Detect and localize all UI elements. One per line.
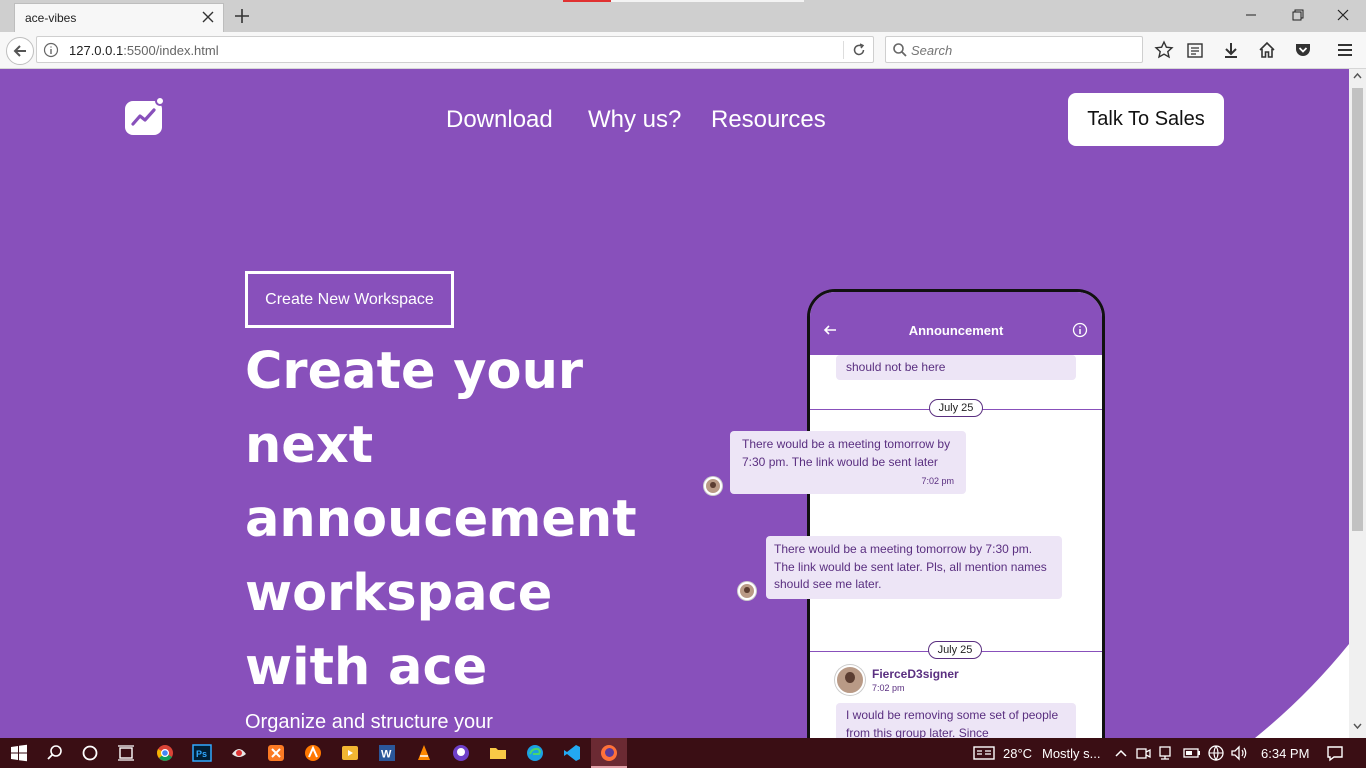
language-globe-icon[interactable] (1206, 743, 1226, 763)
logo-icon[interactable] (125, 97, 167, 139)
pocket-icon[interactable] (1293, 40, 1313, 60)
clock[interactable]: 6:34 PM (1261, 746, 1309, 761)
chrome-icon[interactable] (155, 743, 175, 763)
message-bubble: should not be here (836, 355, 1076, 380)
hero-title-line: with ace (245, 638, 488, 697)
info-icon[interactable] (1072, 322, 1088, 338)
bookmark-star-icon[interactable] (1154, 40, 1174, 60)
tab-indicator (563, 0, 611, 2)
hero-title: Create your next annoucement workspace w… (245, 335, 665, 705)
nav-link-why-us[interactable]: Why us? (588, 106, 681, 134)
close-icon[interactable] (199, 8, 217, 26)
svg-text:W: W (381, 749, 392, 761)
weather-description[interactable]: Mostly s... (1042, 746, 1101, 761)
reload-icon[interactable] (851, 42, 867, 58)
cortana-icon[interactable] (80, 743, 100, 763)
vscode-icon[interactable] (562, 743, 582, 763)
search-icon (893, 43, 907, 57)
chevron-up-icon[interactable] (1111, 743, 1131, 763)
media-player-icon[interactable] (340, 743, 360, 763)
hero-title-line: Create your (245, 342, 584, 401)
windows-start-icon[interactable] (9, 743, 29, 763)
app-icon[interactable] (229, 743, 249, 763)
scrollbar[interactable] (1349, 69, 1366, 738)
message-bubble: I would be removing some set of people f… (836, 703, 1076, 738)
battery-icon[interactable] (1182, 743, 1202, 763)
scroll-up-arrow-icon[interactable] (1353, 72, 1362, 79)
search-icon[interactable] (45, 743, 65, 763)
edge-icon[interactable] (525, 743, 545, 763)
divider (843, 41, 844, 59)
phone-mockup: Announcement should not be here July 25 … (807, 289, 1105, 738)
browser-tab-bar: ace-vibes (0, 0, 1366, 32)
browser-nav-bar: 127.0.0.1:5500/index.html (0, 32, 1366, 69)
minimize-icon[interactable] (1239, 4, 1263, 26)
svg-text:Ps: Ps (196, 749, 207, 759)
hero-subtitle: Organize and structure your (245, 711, 493, 733)
talk-to-sales-button[interactable]: Talk To Sales (1068, 93, 1224, 146)
new-tab-icon[interactable] (232, 6, 252, 26)
nav-link-resources[interactable]: Resources (711, 106, 826, 134)
phone-header: Announcement (810, 292, 1102, 355)
page-viewport: Download Why us? Resources Talk To Sales… (0, 69, 1349, 738)
github-icon[interactable] (451, 743, 471, 763)
taskbar: Ps W 28°C Mostly s... 6:34 PM (0, 738, 1366, 768)
meet-now-icon[interactable] (1133, 743, 1153, 763)
back-arrow-icon (13, 45, 26, 57)
avatar[interactable] (835, 665, 865, 695)
search-input[interactable] (911, 41, 1131, 59)
notification-icon[interactable] (1325, 743, 1345, 763)
message-text: I would be removing some set of people f… (846, 708, 1059, 738)
message-bubble: There would be a meeting tomorrow by 7:3… (730, 431, 966, 494)
message-text: There would be a meeting tomorrow by 7:3… (774, 542, 1047, 591)
scroll-down-arrow-icon[interactable] (1353, 723, 1362, 730)
hero-title-line: workspace (245, 564, 553, 623)
date-pill: July 25 (929, 399, 983, 417)
url-text: 127.0.0.1:5500/index.html (69, 43, 219, 58)
home-icon[interactable] (1257, 40, 1277, 60)
weather-temperature[interactable]: 28°C (1003, 746, 1032, 761)
sender-name[interactable]: FierceD3signer (872, 667, 959, 681)
phone-title: Announcement (908, 323, 1004, 338)
avatar[interactable] (738, 582, 756, 600)
info-icon[interactable] (43, 42, 59, 58)
reading-list-icon[interactable] (1185, 40, 1205, 60)
scrollbar-thumb[interactable] (1352, 88, 1363, 531)
hero-title-line: annoucement (245, 490, 637, 549)
browser-tab[interactable]: ace-vibes (14, 3, 224, 32)
message-time: 7:02 pm (872, 683, 905, 693)
restore-icon[interactable] (1285, 4, 1309, 26)
firefox-icon[interactable] (599, 743, 619, 763)
word-icon[interactable]: W (377, 743, 397, 763)
create-workspace-button[interactable]: Create New Workspace (245, 271, 454, 328)
photoshop-icon[interactable]: Ps (192, 743, 212, 763)
message-text: There would be a meeting tomorrow by 7:3… (742, 437, 951, 469)
date-pill: July 25 (928, 641, 982, 659)
url-bar[interactable]: 127.0.0.1:5500/index.html (36, 36, 874, 63)
back-button[interactable] (6, 37, 34, 65)
window-close-icon[interactable] (1331, 4, 1355, 26)
file-explorer-icon[interactable] (488, 743, 508, 763)
menu-icon[interactable] (1335, 40, 1355, 60)
weather-icon[interactable] (972, 743, 996, 763)
hero-title-line: next (245, 416, 374, 475)
message-text: should not be here (846, 360, 946, 374)
network-icon[interactable] (1155, 743, 1175, 763)
message-time: 7:02 pm (921, 475, 954, 486)
xampp-icon[interactable] (266, 743, 286, 763)
decorative-shape (1255, 644, 1349, 738)
vlc-icon[interactable] (414, 743, 434, 763)
download-icon[interactable] (1221, 40, 1241, 60)
tab-title: ace-vibes (25, 11, 77, 25)
task-view-icon[interactable] (116, 743, 136, 763)
message-bubble: There would be a meeting tomorrow by 7:3… (766, 536, 1062, 599)
avatar[interactable] (704, 477, 722, 495)
volume-icon[interactable] (1229, 743, 1249, 763)
nav-link-download[interactable]: Download (446, 106, 553, 134)
avast-icon[interactable] (303, 743, 323, 763)
tab-indicator (611, 0, 804, 2)
search-bar[interactable] (885, 36, 1143, 63)
